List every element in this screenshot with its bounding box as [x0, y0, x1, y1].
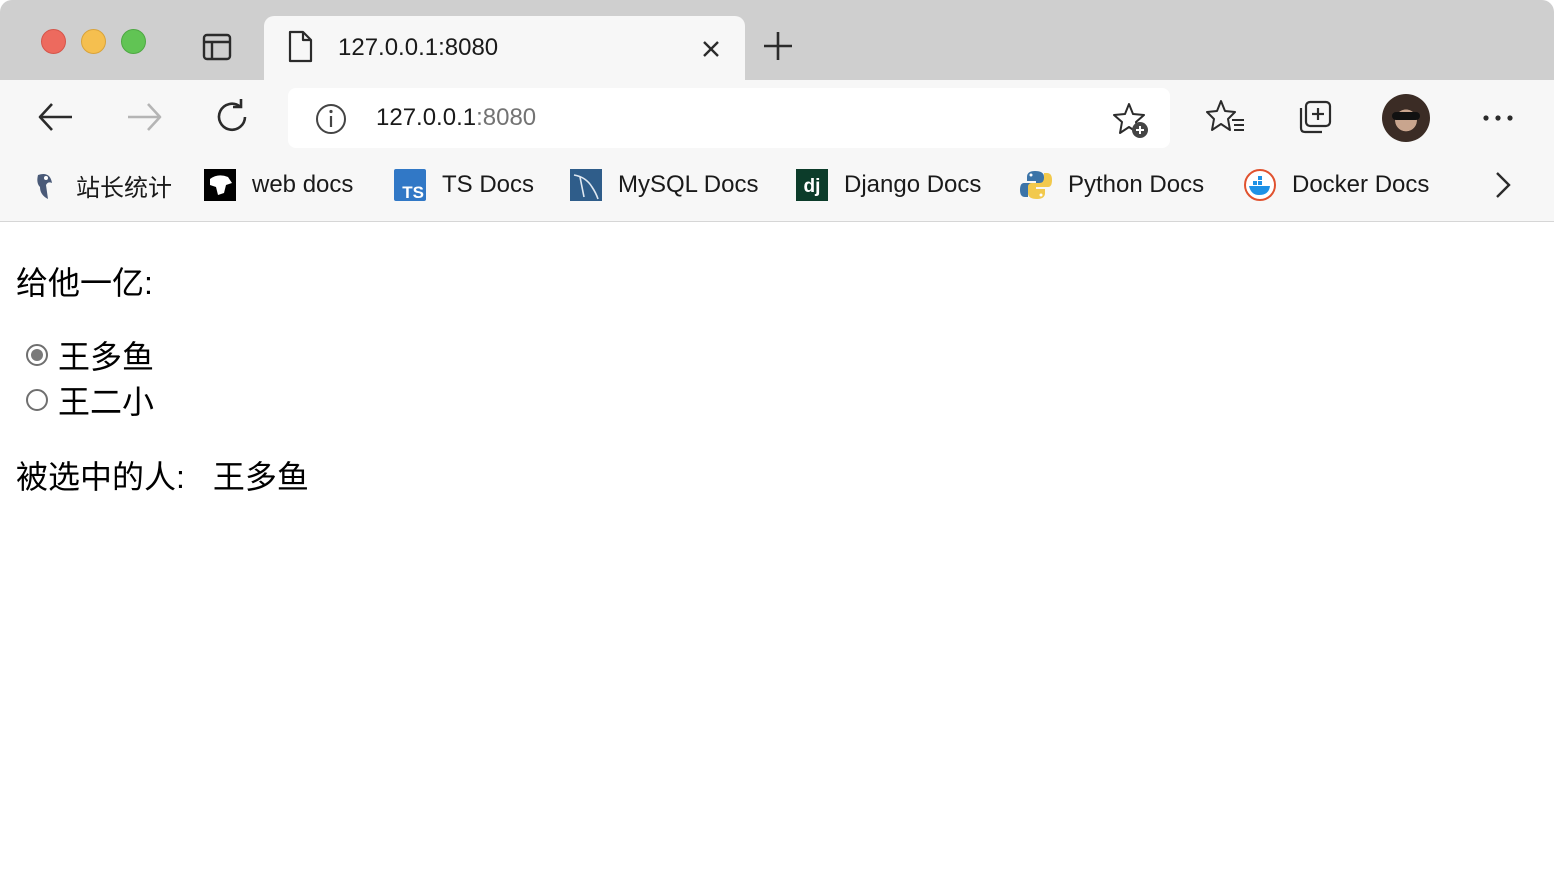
zhanzhang-icon [28, 169, 60, 201]
bookmark-django-docs[interactable]: dj Django Docs [796, 168, 981, 202]
bookmark-zhanzhang[interactable]: 站长统计 [28, 168, 172, 202]
tab-actions-icon[interactable] [200, 30, 234, 64]
bookmark-label: 站长统计 [76, 174, 172, 202]
more-icon[interactable] [1480, 106, 1516, 135]
django-icon: dj [796, 169, 828, 201]
selected-label: 被选中的人: [16, 459, 185, 495]
favorites-icon[interactable] [1206, 98, 1246, 141]
radio-button[interactable] [26, 389, 48, 411]
address-bar[interactable]: 127.0.0.1:8080 [288, 88, 1170, 148]
toolbar: 127.0.0.1:8080 [0, 80, 1554, 154]
bookmark-label: web docs [252, 171, 354, 198]
maximize-window-button[interactable] [121, 29, 146, 54]
bookmark-mysql-docs[interactable]: MySQL Docs [570, 168, 758, 202]
selected-result: 被选中的人: 王多鱼 [16, 452, 309, 498]
question-label: 给他一亿: [16, 265, 153, 301]
radio-label[interactable]: 王多鱼 [58, 332, 154, 378]
mdn-icon [204, 169, 236, 201]
bookmark-label: Python Docs [1068, 171, 1205, 198]
collections-icon[interactable] [1296, 98, 1334, 141]
bookmark-python-docs[interactable]: Python Docs [1020, 168, 1204, 202]
mysql-icon [570, 169, 602, 201]
bookmark-label: Django Docs [844, 171, 982, 198]
info-icon[interactable] [314, 102, 348, 141]
tab-strip: 127.0.0.1:8080 [0, 0, 1554, 80]
url-port: :8080 [476, 104, 537, 131]
bookmark-label: MySQL Docs [618, 171, 759, 198]
ts-icon-text: TS [402, 183, 424, 201]
avatar-glasses [1392, 112, 1420, 120]
bookmark-web-docs[interactable]: web docs [204, 168, 353, 202]
radio-option-wangerxiao[interactable]: 王二小 [26, 377, 154, 423]
star-plus-icon[interactable] [1112, 101, 1150, 144]
close-icon[interactable] [696, 34, 726, 64]
radio-button-checked[interactable] [26, 344, 48, 366]
docker-icon [1244, 169, 1276, 201]
url-text: 127.0.0.1:8080 [376, 104, 536, 132]
minimize-window-button[interactable] [81, 29, 106, 54]
chevron-right-icon[interactable] [1490, 170, 1516, 205]
bookmark-ts-docs[interactable]: TS TS Docs [394, 168, 534, 202]
tab-title: 127.0.0.1:8080 [338, 34, 499, 61]
radio-option-wangduoyu[interactable]: 王多鱼 [26, 332, 154, 378]
browser-window: 127.0.0.1:8080 127.0.0.1:8080 站长统计 web d… [0, 0, 1554, 872]
page-icon [286, 30, 314, 69]
ts-icon: TS [394, 169, 426, 202]
selected-value: 王多鱼 [212, 459, 309, 495]
bookmark-label: TS Docs [442, 171, 535, 198]
url-host: 127.0.0.1 [376, 104, 477, 131]
back-arrow-icon[interactable] [34, 95, 78, 139]
plus-icon[interactable] [760, 28, 796, 64]
page-content: 给他一亿: 王多鱼 王二小 被选中的人: 王多鱼 [0, 222, 1554, 872]
python-icon [1020, 169, 1052, 201]
refresh-icon[interactable] [210, 95, 254, 139]
bookmark-docker-docs[interactable]: Docker Docs [1244, 168, 1429, 202]
avatar[interactable] [1382, 94, 1430, 142]
active-tab[interactable]: 127.0.0.1:8080 [264, 16, 745, 80]
bookmarks-bar: 站长统计 web docs TS TS Docs MySQL Docs dj D… [0, 154, 1554, 222]
close-window-button[interactable] [41, 29, 66, 54]
forward-arrow-icon[interactable] [122, 95, 166, 139]
django-icon-text: dj [804, 176, 821, 197]
bookmark-label: Docker Docs [1292, 171, 1430, 198]
radio-label[interactable]: 王二小 [58, 377, 154, 423]
